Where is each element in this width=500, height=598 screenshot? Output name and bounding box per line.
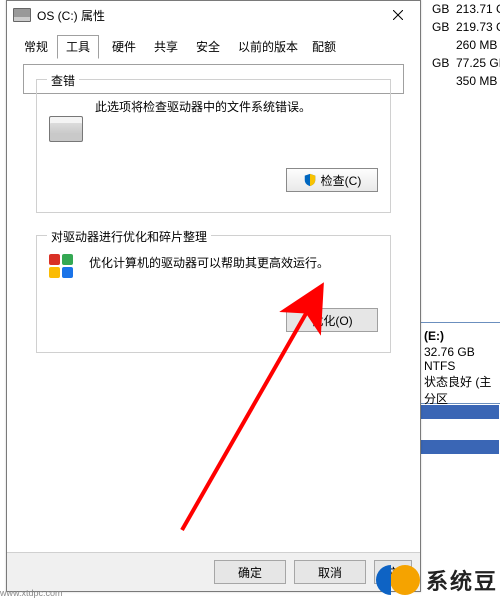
- ok-label: 确定: [238, 564, 262, 581]
- drive-illustration-icon: [49, 116, 83, 142]
- watermark: 系统豆: [390, 564, 498, 596]
- tab-general[interactable]: 常规: [15, 35, 57, 59]
- partition-status: 状态良好 (主分区: [424, 373, 496, 407]
- bg-col-unit: GB: [432, 2, 456, 16]
- optimize-icon: [49, 254, 77, 282]
- bg-col-size: 350 MB: [456, 74, 497, 88]
- disk-partition-panel[interactable]: (E:) 32.76 GB NTFS 状态良好 (主分区: [419, 322, 500, 404]
- tab-quota[interactable]: 配额: [303, 35, 345, 59]
- watermark-logo-icon: [390, 565, 420, 595]
- check-button-label: 检查(C): [321, 172, 362, 189]
- shield-icon: [303, 173, 317, 187]
- bg-col-unit: GB: [432, 56, 456, 70]
- cancel-label: 取消: [318, 564, 342, 581]
- tab-panel-tools: 查错 此选项将检查驱动器中的文件系统错误。 检查(C) 对驱: [23, 64, 404, 94]
- optimize-group: 对驱动器进行优化和碎片整理 优化计算机的驱动器可以帮助其更高效运行。 优化(O): [36, 235, 391, 353]
- optimize-legend: 对驱动器进行优化和碎片整理: [47, 228, 211, 245]
- error-check-group: 查错 此选项将检查驱动器中的文件系统错误。 检查(C): [36, 79, 391, 213]
- watermark-url: www.xtdpc.com: [0, 588, 63, 598]
- tab-sharing[interactable]: 共享: [145, 35, 187, 59]
- partition-strip: [419, 440, 499, 454]
- bg-col-unit: GB: [432, 20, 456, 34]
- optimize-button[interactable]: 优化(O): [286, 308, 378, 332]
- drive-properties-dialog: OS (C:) 属性 常规 工具 硬件 共享 安全 以前的版本 配额 查错 此选…: [6, 0, 421, 592]
- bg-col-size: 77.25 GB: [456, 56, 500, 70]
- bg-col-size: 260 MB: [456, 38, 497, 52]
- tab-previous[interactable]: 以前的版本: [229, 35, 307, 59]
- ok-button[interactable]: 确定: [214, 560, 286, 584]
- tab-strip: 常规 工具 硬件 共享 安全 以前的版本 配额 查错 此选项将检查驱动器中的文件…: [15, 35, 412, 59]
- drive-icon: [13, 8, 31, 22]
- partition-label: (E:): [424, 329, 496, 343]
- partition-strip: [419, 405, 499, 419]
- dialog-title: OS (C:) 属性: [37, 7, 376, 24]
- titlebar[interactable]: OS (C:) 属性: [7, 1, 420, 29]
- tab-tools[interactable]: 工具: [57, 35, 99, 59]
- optimize-button-label: 优化(O): [311, 312, 352, 329]
- bg-col-size: 213.71 GB: [456, 2, 500, 16]
- close-button[interactable]: [376, 1, 420, 29]
- optimize-desc: 优化计算机的驱动器可以帮助其更高效运行。: [89, 254, 329, 271]
- partition-size: 32.76 GB NTFS: [424, 345, 496, 373]
- check-button[interactable]: 检查(C): [286, 168, 378, 192]
- error-check-legend: 查错: [47, 72, 79, 89]
- close-icon: [393, 10, 403, 20]
- dialog-button-row: 确定 取消 应: [7, 552, 420, 591]
- watermark-text: 系统豆: [426, 564, 498, 596]
- error-check-desc: 此选项将检查驱动器中的文件系统错误。: [95, 98, 311, 115]
- bg-col-size: 219.73 GB: [456, 20, 500, 34]
- cancel-button[interactable]: 取消: [294, 560, 366, 584]
- tab-hardware[interactable]: 硬件: [103, 35, 145, 59]
- tab-security[interactable]: 安全: [187, 35, 229, 59]
